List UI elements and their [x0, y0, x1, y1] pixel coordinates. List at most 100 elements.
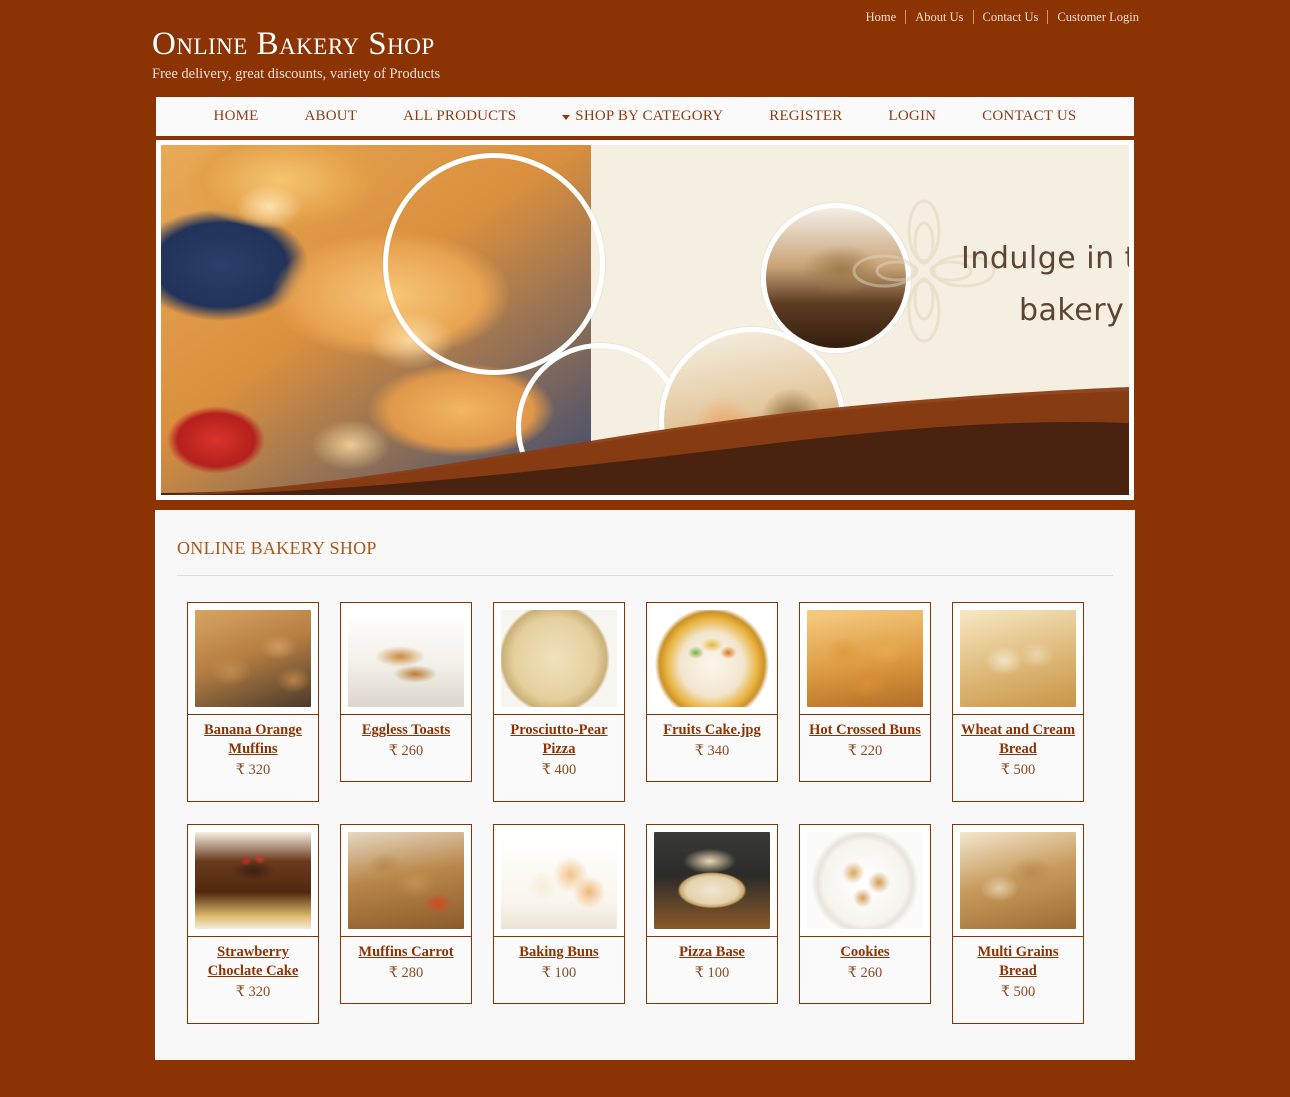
product-price: ₹ 400 — [541, 762, 577, 778]
top-link-about-us[interactable]: About Us — [906, 10, 972, 24]
nav-item-label: ALL PRODUCTS — [403, 108, 517, 124]
site-tagline: Free delivery, great discounts, variety … — [152, 66, 441, 82]
chevron-down-icon — [562, 115, 571, 120]
banner-wave-decoration — [161, 387, 1129, 495]
product-name-link[interactable]: Wheat and Cream Bread — [958, 721, 1078, 759]
nav-item-login[interactable]: LOGIN — [866, 108, 960, 125]
product-info: Muffins Carrot ₹ 280 — [341, 937, 471, 1003]
product-info: Wheat and Cream Bread ₹ 500 — [953, 715, 1083, 801]
product-price: ₹ 100 — [541, 965, 577, 981]
product-image-baking-buns — [501, 832, 617, 929]
product-grid: Banana Orange Muffins ₹ 320 Eggless Toasts… — [177, 602, 1113, 1024]
product-price: ₹ 340 — [694, 743, 730, 759]
product-image-strawberry-chocolate-cake — [195, 832, 311, 929]
product-image-muffins-carrot — [348, 832, 464, 929]
product-name-link[interactable]: Muffins Carrot — [346, 943, 466, 962]
product-info: Banana Orange Muffins ₹ 320 — [188, 715, 318, 801]
nav-item-register[interactable]: REGISTER — [746, 108, 865, 125]
nav-item-home[interactable]: HOME — [191, 108, 282, 125]
product-thumbnail-frame — [494, 603, 624, 715]
product-card[interactable]: Pizza Base ₹ 100 — [646, 824, 778, 1004]
product-thumbnail-frame — [341, 825, 471, 937]
product-info: Hot Crossed Buns ₹ 220 — [800, 715, 930, 781]
product-info: Cookies ₹ 260 — [800, 937, 930, 1003]
product-name-link[interactable]: Multi Grains Bread — [958, 943, 1078, 981]
product-thumbnail-frame — [953, 825, 1083, 937]
nav-item-shop-by-category[interactable]: SHOP BY CATEGORY — [539, 108, 746, 125]
product-name-link[interactable]: Pizza Base — [652, 943, 772, 962]
product-thumbnail-frame — [494, 825, 624, 937]
nav-item-label: CONTACT US — [982, 108, 1077, 124]
product-image-hot-crossed-buns — [807, 610, 923, 707]
hero-banner-image: Indulge in t bakery — [161, 145, 1129, 495]
product-card[interactable]: Prosciutto-Pear Pizza ₹ 400 — [493, 602, 625, 802]
top-link-contact-us[interactable]: Contact Us — [974, 10, 1048, 24]
product-card[interactable]: Wheat and Cream Bread ₹ 500 — [952, 602, 1084, 802]
nav-item-label: LOGIN — [888, 108, 937, 124]
product-card[interactable]: Eggless Toasts ₹ 260 — [340, 602, 472, 782]
product-name-link[interactable]: Prosciutto-Pear Pizza — [499, 721, 619, 759]
product-card[interactable]: Cookies ₹ 260 — [799, 824, 931, 1004]
product-thumbnail-frame — [800, 825, 930, 937]
product-price: ₹ 500 — [1000, 984, 1036, 1000]
product-thumbnail-frame — [647, 825, 777, 937]
top-link-customer-login[interactable]: Customer Login — [1048, 10, 1148, 24]
pastry-circle-basket — [383, 153, 605, 375]
banner-caption-line-2: bakery — [1019, 293, 1125, 328]
product-thumbnail-frame — [341, 603, 471, 715]
product-thumbnail-frame — [800, 603, 930, 715]
product-card[interactable]: Fruits Cake.jpg ₹ 340 — [646, 602, 778, 782]
product-image-pizza-base — [654, 832, 770, 929]
product-name-link[interactable]: Eggless Toasts — [346, 721, 466, 740]
product-price: ₹ 260 — [847, 965, 883, 981]
product-card[interactable]: Banana Orange Muffins ₹ 320 — [187, 602, 319, 802]
product-thumbnail-frame — [953, 603, 1083, 715]
nav-item-label: HOME — [213, 108, 259, 124]
product-price: ₹ 280 — [388, 965, 424, 981]
product-name-link[interactable]: Strawberry Choclate Cake — [193, 943, 313, 981]
product-name-link[interactable]: Fruits Cake.jpg — [652, 721, 772, 740]
product-info: Pizza Base ₹ 100 — [647, 937, 777, 1003]
product-price: ₹ 220 — [847, 743, 883, 759]
hero-banner: Indulge in t bakery — [155, 139, 1135, 501]
banner-caption: Indulge in t bakery — [961, 233, 1129, 337]
product-info: Strawberry Choclate Cake ₹ 320 — [188, 937, 318, 1023]
product-card[interactable]: Multi Grains Bread ₹ 500 — [952, 824, 1084, 1024]
product-info: Prosciutto-Pear Pizza ₹ 400 — [494, 715, 624, 801]
nav-item-all-products[interactable]: ALL PRODUCTS — [380, 108, 539, 125]
product-image-multi-grains-bread — [960, 832, 1076, 929]
product-thumbnail-frame — [188, 825, 318, 937]
page-title: ONLINE BAKERY SHOP — [177, 538, 377, 558]
product-thumbnail-frame — [188, 603, 318, 715]
nav-item-label: REGISTER — [769, 108, 843, 124]
main-navigation: HOME ABOUT ALL PRODUCTS SHOP BY CATEGORY REG… — [155, 96, 1135, 137]
product-price: ₹ 320 — [235, 984, 271, 1000]
product-name-link[interactable]: Baking Buns — [499, 943, 619, 962]
product-card[interactable]: Hot Crossed Buns ₹ 220 — [799, 602, 931, 782]
nav-item-label: ABOUT — [304, 108, 358, 124]
product-image-fruits-cake — [654, 610, 770, 707]
product-price: ₹ 260 — [388, 743, 424, 759]
product-card[interactable]: Strawberry Choclate Cake ₹ 320 — [187, 824, 319, 1024]
product-card[interactable]: Muffins Carrot ₹ 280 — [340, 824, 472, 1004]
product-name-link[interactable]: Hot Crossed Buns — [805, 721, 925, 740]
product-image-wheat-cream-bread — [960, 610, 1076, 707]
product-info: Baking Buns ₹ 100 — [494, 937, 624, 1003]
nav-item-contact-us[interactable]: CONTACT US — [959, 108, 1099, 125]
top-utility-links: Home About Us Contact Us Customer Login — [857, 10, 1148, 24]
product-info: Fruits Cake.jpg ₹ 340 — [647, 715, 777, 781]
product-image-prosciutto-pear-pizza — [501, 610, 617, 707]
product-image-muffins-banana-orange — [195, 610, 311, 707]
product-name-link[interactable]: Banana Orange Muffins — [193, 721, 313, 759]
product-thumbnail-frame — [647, 603, 777, 715]
nav-item-label: SHOP BY CATEGORY — [575, 108, 724, 124]
product-row: Strawberry Choclate Cake ₹ 320 Muffins Car… — [187, 824, 1113, 1024]
product-name-link[interactable]: Cookies — [805, 943, 925, 962]
products-panel: ONLINE BAKERY SHOP Banana Orange Muffins… — [155, 510, 1135, 1060]
nav-item-about[interactable]: ABOUT — [282, 108, 381, 125]
product-price: ₹ 500 — [1000, 762, 1036, 778]
product-card[interactable]: Baking Buns ₹ 100 — [493, 824, 625, 1004]
site-title: Online Bakery Shop — [152, 26, 435, 62]
product-info: Eggless Toasts ₹ 260 — [341, 715, 471, 781]
top-link-home[interactable]: Home — [857, 10, 906, 24]
